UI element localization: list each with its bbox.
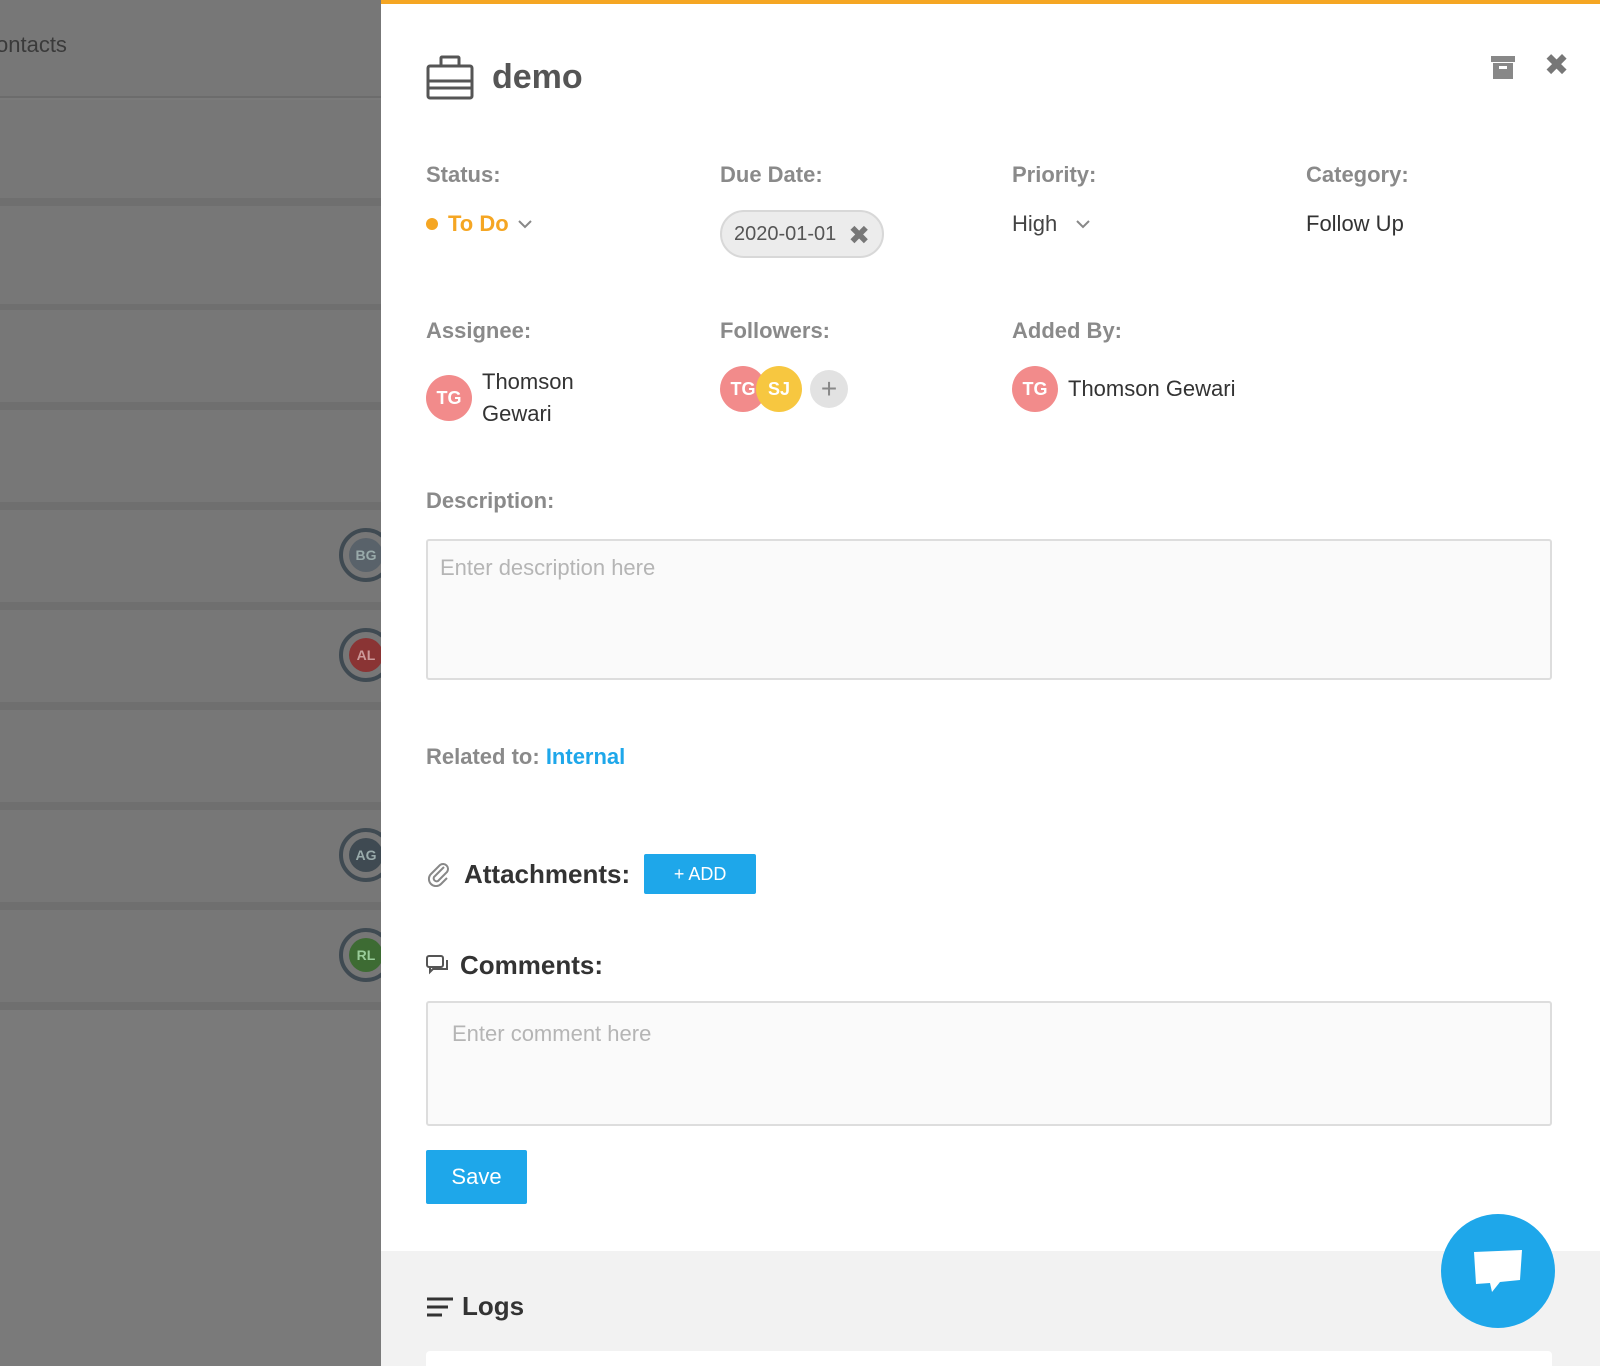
list-icon: [427, 1297, 453, 1316]
list-item: t RL: [0, 910, 381, 1010]
chat-icon: [1474, 1250, 1522, 1292]
task-detail-panel: demo ✖ Status: Due Date: Priority: Categ…: [381, 0, 1600, 1366]
priority-dropdown[interactable]: High: [1012, 211, 1091, 237]
attachments-row: Attachments: + ADD: [426, 854, 757, 894]
assignee-label: Assignee:: [426, 318, 532, 343]
chevron-down-icon: [1076, 220, 1090, 229]
assignee-name: Thomson Gewari: [482, 369, 574, 426]
comments-title: Comments:: [460, 950, 604, 980]
avatar[interactable]: SJ: [756, 366, 802, 412]
due-date-value: 2020-01-01: [734, 222, 837, 245]
status-value: To Do: [448, 211, 509, 236]
chat-button[interactable]: [1441, 1214, 1555, 1328]
due-date-label: Due Date:: [720, 162, 823, 187]
logs-section: Logs: [381, 1251, 1600, 1366]
comments-icon: [426, 954, 448, 974]
archive-icon[interactable]: [1490, 54, 1516, 80]
clear-date-icon[interactable]: ✖: [848, 220, 870, 251]
briefcase-icon: [426, 55, 474, 100]
logs-title: Logs: [462, 1291, 525, 1321]
attachments-title: Attachments:: [464, 858, 631, 889]
status-dropdown[interactable]: To Do: [426, 211, 533, 237]
assignee[interactable]: TG Thomson Gewari: [426, 366, 602, 430]
list-item: AG: [0, 810, 381, 910]
added-by: TG Thomson Gewari: [1012, 366, 1236, 412]
background-header-text: ontacts: [0, 32, 67, 57]
related-to-link[interactable]: Internal: [546, 744, 625, 769]
related-to: Related to: Internal: [426, 744, 625, 770]
close-icon[interactable]: ✖: [1544, 48, 1569, 83]
category-label: Category:: [1306, 162, 1409, 187]
list-item: [0, 310, 381, 410]
background-list: ontacts BG AL AG t RL: [0, 0, 381, 1366]
logs-header: Logs: [426, 1291, 524, 1322]
added-by-label: Added By:: [1012, 318, 1122, 343]
due-date-chip[interactable]: 2020-01-01 ✖: [720, 210, 884, 258]
list-item: AL: [0, 610, 381, 710]
related-to-label: Related to:: [426, 744, 540, 769]
priority-label: Priority:: [1012, 162, 1097, 187]
comments-row: Comments:: [426, 950, 603, 981]
avatar: AL: [339, 628, 381, 682]
log-entry: [426, 1351, 1552, 1366]
avatar: TG: [426, 375, 472, 421]
description-label: Description:: [426, 488, 555, 513]
add-follower-button[interactable]: +: [810, 370, 848, 408]
avatar: BG: [339, 528, 381, 582]
followers: TG SJ +: [720, 366, 848, 412]
followers-label: Followers:: [720, 318, 831, 343]
avatar: RL: [339, 928, 381, 982]
description-input[interactable]: [426, 539, 1552, 680]
avatar: AG: [339, 828, 381, 882]
category-value[interactable]: Follow Up: [1306, 211, 1404, 237]
paperclip-icon: [427, 863, 449, 887]
task-title[interactable]: demo: [492, 58, 583, 97]
list-item: [0, 100, 381, 206]
add-attachment-button[interactable]: + ADD: [644, 854, 757, 894]
list-item: [0, 410, 381, 510]
list-item: BG: [0, 510, 381, 610]
list-item: [0, 206, 381, 312]
priority-value: High: [1012, 211, 1058, 236]
save-button[interactable]: Save: [426, 1150, 527, 1204]
title-row: demo: [426, 54, 583, 100]
status-label: Status:: [426, 162, 501, 187]
comment-input[interactable]: [426, 1001, 1552, 1126]
added-by-name: Thomson Gewari: [1068, 376, 1236, 401]
background-header: ontacts: [0, 0, 381, 98]
status-dot: [426, 218, 438, 230]
list-item: [0, 710, 381, 810]
chevron-down-icon: [517, 220, 532, 229]
avatar: TG: [1012, 366, 1058, 412]
